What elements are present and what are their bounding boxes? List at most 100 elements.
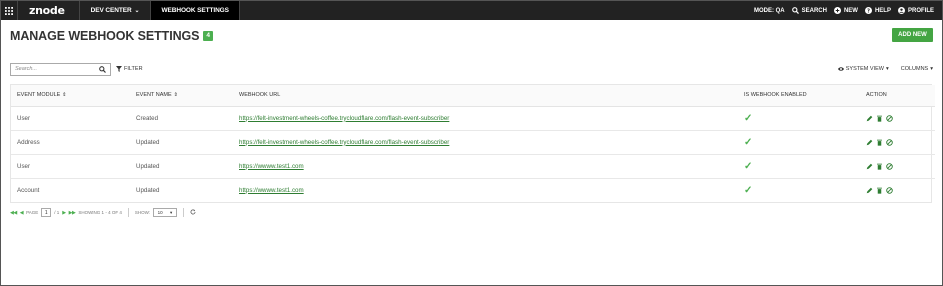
webhook-url-link[interactable]: https://wwww.test1.com	[239, 163, 304, 170]
page-header: MANAGE WEBHOOK SETTINGS 4 ADD NEW	[10, 28, 933, 44]
nav-dev-center[interactable]: DEV CENTER ⌄	[80, 1, 151, 20]
cell-enabled: ✓	[738, 106, 860, 131]
cell-event-module: User	[11, 106, 130, 131]
search-placeholder: Search...	[15, 66, 38, 72]
disable-ban-icon[interactable]	[886, 138, 893, 146]
grid-toolbar: Search... FILTER SYSTEM VIEW ▾ COLUMNS ▾	[10, 62, 933, 76]
cell-actions	[860, 130, 935, 155]
column-header-label: EVENT MODULE	[17, 92, 61, 99]
divider	[127, 208, 129, 217]
cell-event-module: Account	[17, 186, 40, 194]
top-search-link[interactable]: SEARCH	[791, 7, 827, 14]
column-header-event-name[interactable]: EVENT NAME ⇕	[130, 85, 233, 107]
mode-indicator[interactable]: MODE: QA	[754, 8, 785, 14]
delete-trash-icon[interactable]	[876, 115, 883, 122]
cell-enabled: ✓	[738, 154, 860, 179]
column-header-event-module[interactable]: EVENT MODULE ⇕	[11, 85, 130, 107]
funnel-icon	[116, 66, 122, 72]
showing-count: SHOWING 1 - 4 OF 4	[78, 210, 122, 215]
column-header-label: EVENT NAME	[136, 92, 172, 99]
table-header-row: EVENT MODULE ⇕ EVENT NAME ⇕ WEBHOOK URL IS…	[11, 85, 935, 107]
cell-enabled: ✓	[738, 130, 860, 155]
columns-label: COLUMNS	[900, 66, 929, 72]
system-view-dropdown[interactable]: SYSTEM VIEW ▾	[837, 66, 889, 72]
cell-event-module: User	[11, 154, 130, 179]
page-number-input[interactable]: 1	[41, 208, 52, 217]
top-help-link[interactable]: ? HELP	[864, 7, 891, 14]
page-title: MANAGE WEBHOOK SETTINGS	[10, 29, 200, 43]
top-new-link[interactable]: NEW	[833, 7, 858, 14]
nav-webhook-settings[interactable]: WEBHOOK SETTINGS	[150, 1, 240, 20]
webhook-url-link[interactable]: https://wwww.test1.com	[239, 187, 304, 194]
filter-button[interactable]: FILTER	[116, 66, 143, 72]
caret-down-icon: ▾	[930, 66, 933, 72]
column-header-action: ACTION	[860, 85, 935, 107]
check-icon: ✓	[744, 184, 753, 196]
add-new-button[interactable]: ADD NEW	[892, 28, 933, 42]
page-size-value: 10	[157, 210, 163, 215]
delete-trash-icon[interactable]	[876, 139, 883, 146]
filter-label: FILTER	[124, 66, 143, 72]
prev-page-icon[interactable]: ◀	[20, 210, 24, 216]
page-label: PAGE	[26, 210, 39, 215]
show-label: SHOW:	[134, 210, 150, 215]
cell-event-name: Updated	[130, 154, 233, 179]
table-row: User Created https://felt-investment-whe…	[11, 106, 935, 131]
top-profile-link[interactable]: PROFILE	[897, 7, 934, 14]
search-input[interactable]: Search...	[10, 62, 111, 76]
top-navbar: znode DEV CENTER ⌄ WEBHOOK SETTINGS MODE…	[1, 1, 942, 20]
edit-pencil-icon[interactable]	[866, 187, 873, 194]
next-page-icon[interactable]: ▶	[62, 210, 66, 216]
cell-enabled: ✓	[738, 178, 860, 202]
top-new-label: NEW	[843, 7, 858, 14]
columns-dropdown[interactable]: COLUMNS ▾	[901, 66, 933, 72]
webhook-table: EVENT MODULE ⇕ EVENT NAME ⇕ WEBHOOK URL IS…	[10, 84, 935, 203]
user-circle-icon	[897, 7, 905, 14]
divider	[183, 208, 184, 217]
check-icon: ✓	[744, 136, 753, 148]
table-row: Address Updated https://felt-investment-…	[11, 130, 935, 155]
app-grid-icon[interactable]	[1, 1, 18, 20]
disable-ban-icon[interactable]	[886, 114, 893, 122]
sort-icon: ⇕	[173, 92, 178, 99]
refresh-icon[interactable]	[190, 209, 196, 216]
cell-webhook-url: https://felt-investment-wheels-coffee.tr…	[233, 130, 738, 155]
table-row: Account Updated https://wwww.test1.com ✓	[11, 178, 935, 202]
check-icon: ✓	[744, 112, 753, 124]
top-right-menu: MODE: QA SEARCH NEW ? HELP PROFILE	[754, 7, 942, 14]
toolbar-right: SYSTEM VIEW ▾ COLUMNS ▾	[837, 66, 933, 72]
edit-pencil-icon[interactable]	[866, 163, 873, 170]
column-header-enabled: IS WEBHOOK ENABLED	[738, 85, 860, 107]
webhook-url-link[interactable]: https://felt-investment-wheels-coffee.tr…	[239, 115, 449, 122]
disable-ban-icon[interactable]	[886, 162, 893, 170]
caret-down-icon: ▾	[170, 209, 173, 215]
search-icon	[791, 7, 799, 14]
delete-trash-icon[interactable]	[876, 163, 883, 170]
edit-pencil-icon[interactable]	[866, 139, 873, 146]
chevron-down-icon: ⌄	[134, 8, 140, 14]
cell-webhook-url: https://wwww.test1.com	[233, 154, 738, 179]
system-view-label: SYSTEM VIEW	[845, 66, 884, 72]
last-page-icon[interactable]: ▶▶	[69, 210, 76, 216]
page-total: / 1	[54, 210, 60, 215]
edit-pencil-icon[interactable]	[866, 115, 873, 122]
check-icon: ✓	[744, 160, 753, 172]
search-icon[interactable]	[99, 65, 106, 73]
webhook-url-link[interactable]: https://felt-investment-wheels-coffee.tr…	[239, 139, 449, 146]
app-frame: znode DEV CENTER ⌄ WEBHOOK SETTINGS MODE…	[0, 0, 943, 286]
count-badge: 4	[203, 31, 213, 41]
table-row: User Updated https://wwww.test1.com ✓	[11, 154, 935, 179]
svg-text:?: ?	[867, 8, 870, 14]
disable-ban-icon[interactable]	[886, 186, 893, 194]
cell-event-module: Address	[11, 130, 130, 155]
first-page-icon[interactable]: ◀◀	[10, 210, 17, 216]
cell-webhook-url: https://felt-investment-wheels-coffee.tr…	[233, 106, 738, 131]
top-help-label: HELP	[874, 7, 891, 14]
delete-trash-icon[interactable]	[876, 187, 883, 194]
cell-event-name: Created	[130, 106, 233, 131]
pagination-bar: ◀◀ ◀ PAGE 1 / 1 ▶ ▶▶ SHOWING 1 - 4 OF 4 …	[10, 208, 196, 217]
cell-actions	[860, 106, 935, 131]
page-size-select[interactable]: 10 ▾	[153, 208, 177, 217]
znode-logo[interactable]: znode	[18, 1, 80, 20]
cell-event-name: Updated	[136, 186, 160, 194]
